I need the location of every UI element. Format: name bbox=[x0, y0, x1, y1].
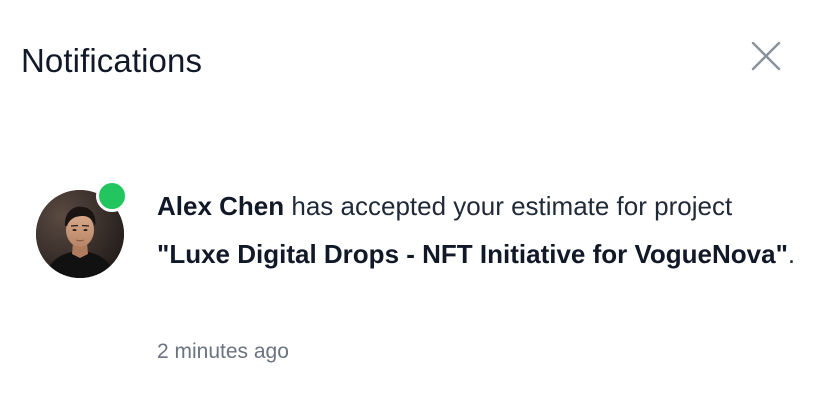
notification-timestamp: 2 minutes ago bbox=[157, 340, 289, 363]
notification-message: Alex Chen has accepted your estimate for… bbox=[157, 182, 797, 278]
avatar-container bbox=[36, 180, 128, 278]
actor-name[interactable]: Alex Chen bbox=[157, 191, 284, 221]
notification-item[interactable]: Alex Chen has accepted your estimate for… bbox=[0, 170, 828, 370]
close-icon bbox=[751, 41, 781, 71]
action-text: has accepted your estimate for project bbox=[284, 191, 733, 221]
online-status-dot bbox=[96, 180, 128, 212]
close-button[interactable] bbox=[748, 38, 784, 74]
end-punctuation: . bbox=[787, 239, 796, 269]
project-name[interactable]: "Luxe Digital Drops - NFT Initiative for… bbox=[157, 239, 788, 269]
notifications-panel: Notifications Alex Chen has accepted you… bbox=[0, 0, 828, 414]
panel-title: Notifications bbox=[21, 42, 203, 79]
